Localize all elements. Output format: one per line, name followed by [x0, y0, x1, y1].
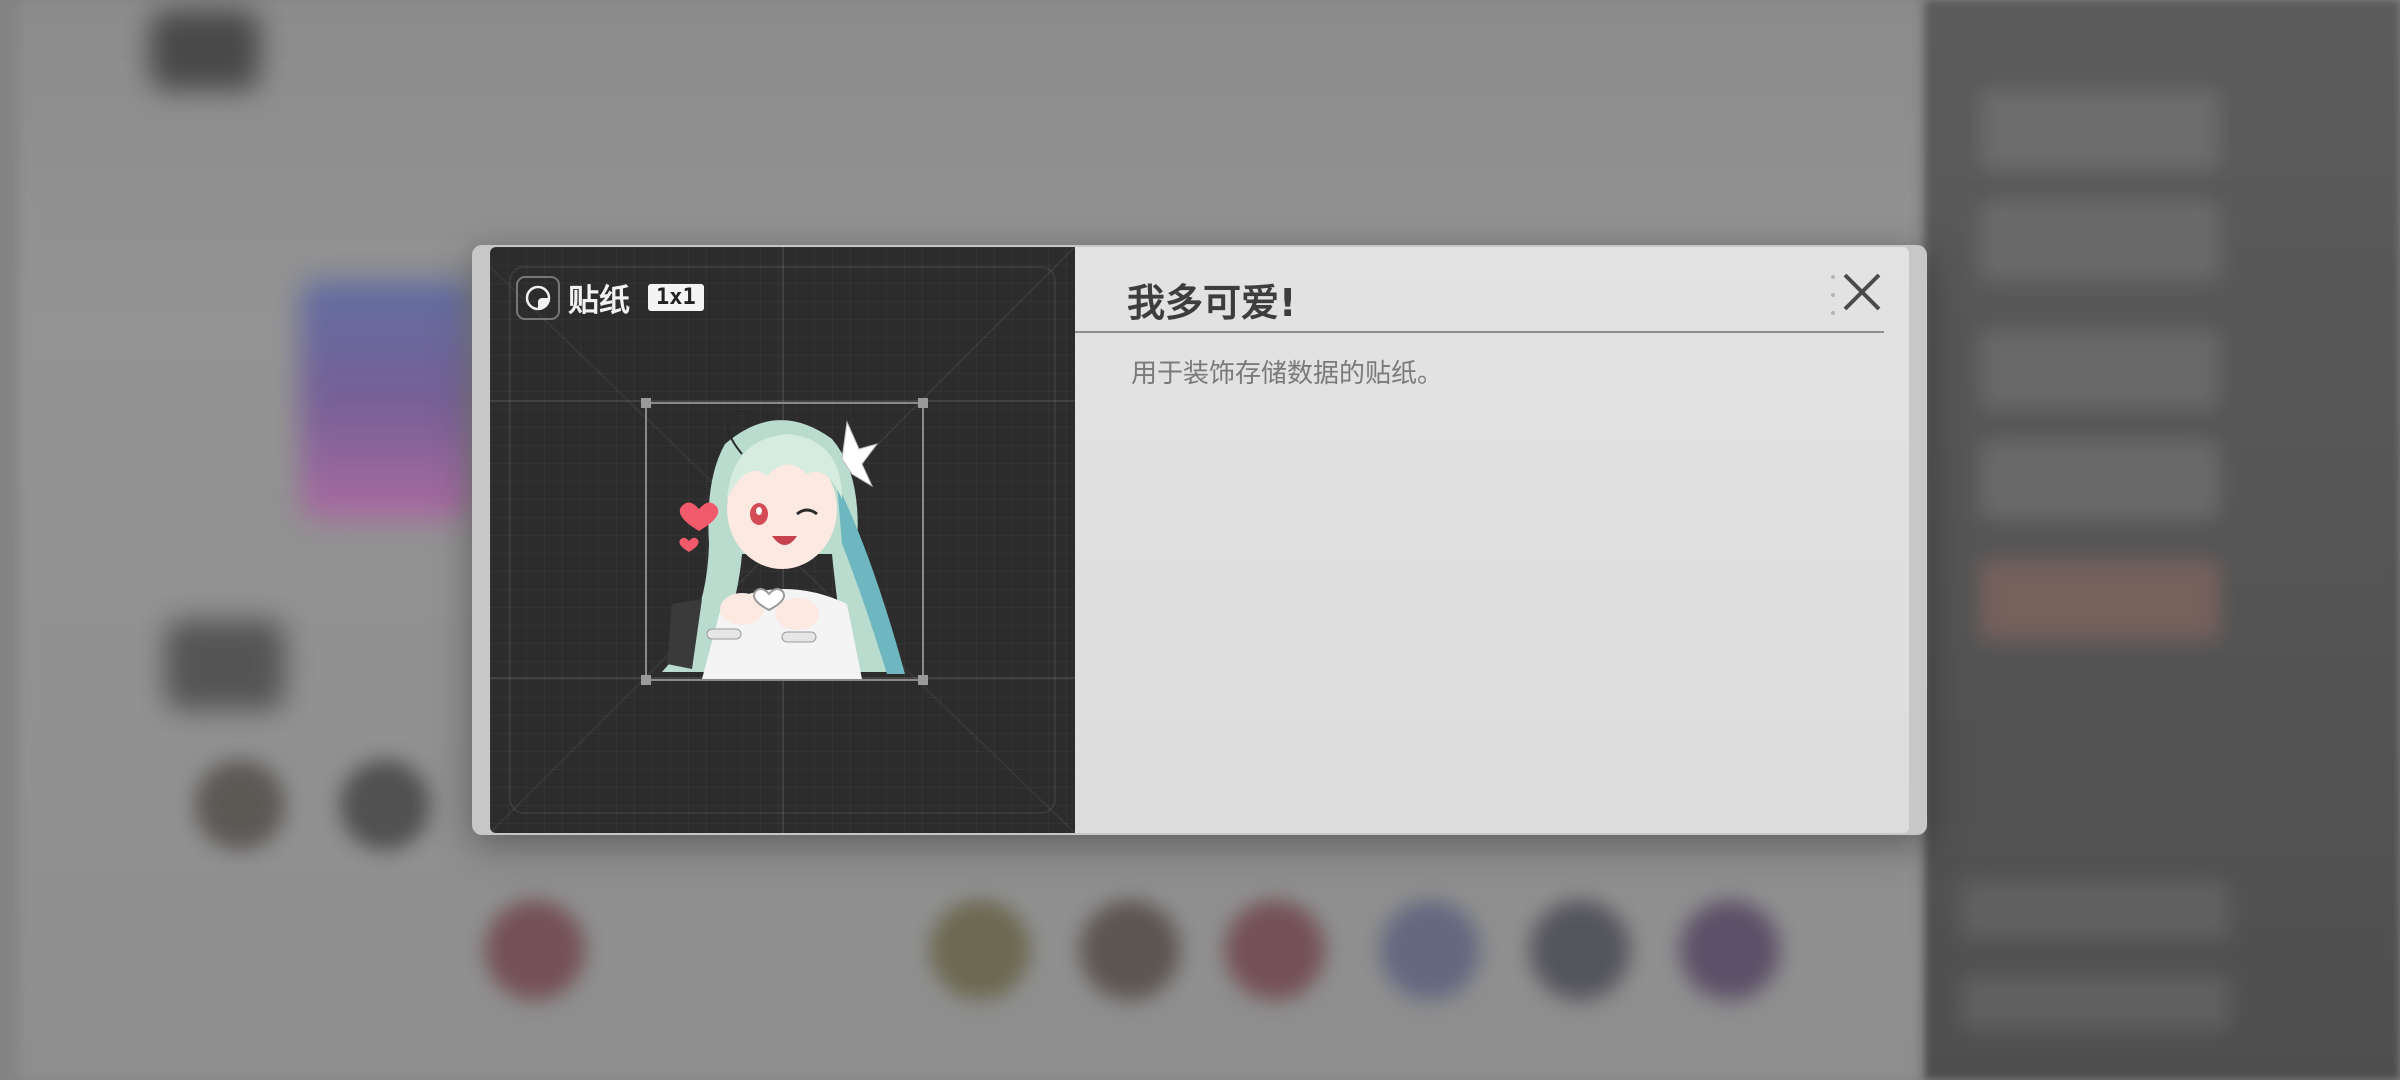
item-info-panel: 我多可爱! 用于装饰存储数据的贴纸。 [1075, 247, 1909, 833]
item-category-label: 贴纸 [568, 283, 630, 319]
title-divider [1075, 331, 1884, 333]
sticker-preview-panel: 贴纸 1x1 [490, 247, 1075, 833]
item-detail-dialog: 贴纸 1x1 我多可爱! 用于装饰存储数据的贴纸。 [472, 245, 1927, 835]
close-button[interactable] [1837, 267, 1887, 317]
frame-corner-handle [918, 398, 928, 408]
frame-corner-handle [918, 675, 928, 685]
frame-corner-handle [641, 675, 651, 685]
frame-corner-handle [641, 398, 651, 408]
item-title: 我多可爱! [1127, 281, 1297, 325]
sticker-icon [516, 275, 560, 320]
item-category-tag: 贴纸 1x1 [516, 275, 704, 320]
item-description: 用于装饰存储数据的贴纸。 [1131, 359, 1444, 389]
item-size-badge: 1x1 [648, 284, 704, 311]
close-icon [1843, 273, 1881, 311]
sticker-image [662, 409, 905, 679]
sticker-frame [641, 398, 928, 685]
more-vertical-icon [1829, 275, 1837, 315]
